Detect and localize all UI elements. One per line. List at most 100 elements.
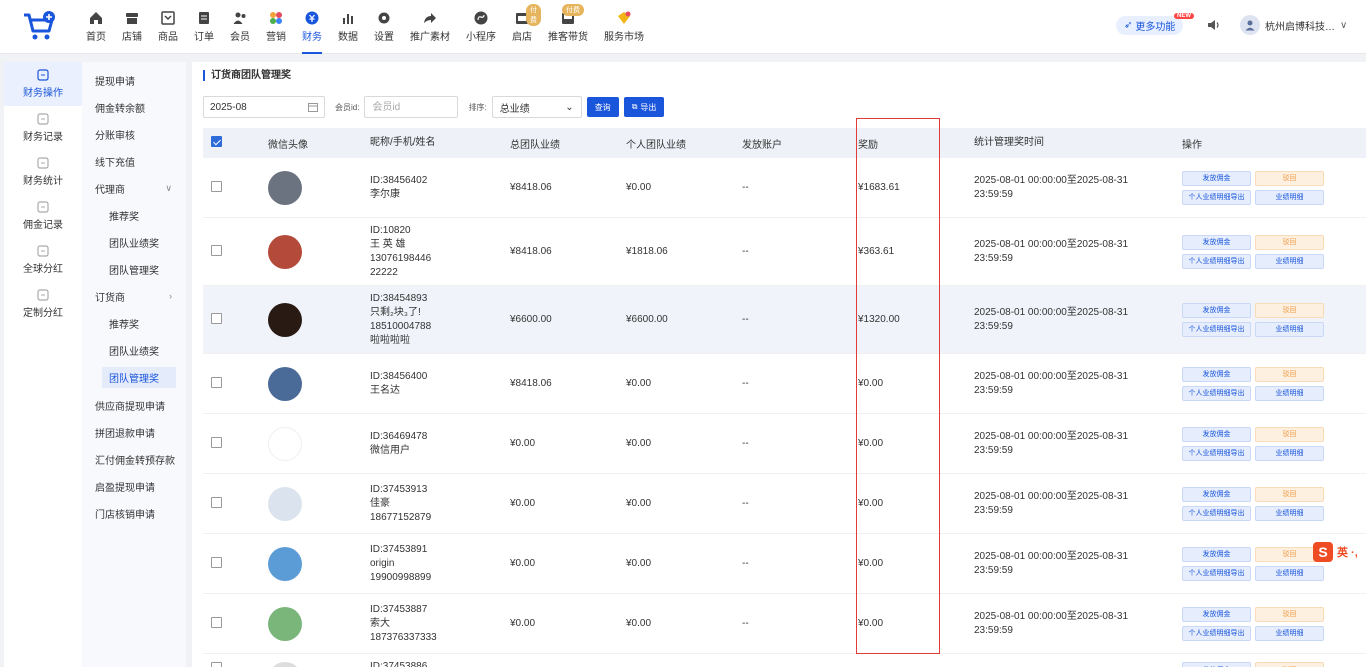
submenu-item-6[interactable]: 团队业绩奖 <box>82 229 186 256</box>
rail-item-1[interactable]: 财务记录 <box>4 106 82 150</box>
reject-button[interactable]: 驳回 <box>1255 606 1324 622</box>
pay-commission-button[interactable]: 发放佣金 <box>1182 170 1251 186</box>
performance-detail-button[interactable]: 业绩明细 <box>1255 385 1324 401</box>
performance-detail-button[interactable]: 业绩明细 <box>1255 321 1324 337</box>
sort-select[interactable]: 总业绩 ⌄ <box>491 96 582 118</box>
nav-item-8[interactable]: 设置 <box>366 0 402 54</box>
submenu-item-0[interactable]: 提现申请 <box>82 67 186 94</box>
export-detail-button[interactable]: 个人业绩明细导出 <box>1182 565 1251 581</box>
submenu-item-8[interactable]: 订货商 › <box>82 283 186 310</box>
nav-item-4[interactable]: 会员 <box>222 0 258 54</box>
performance-detail-button[interactable]: 业绩明细 <box>1255 253 1324 269</box>
reject-button[interactable]: 驳回 <box>1255 302 1324 318</box>
pay-commission-button[interactable]: 发放佣金 <box>1182 606 1251 622</box>
member-id-input[interactable] <box>364 96 459 118</box>
stat-time-line: 23:59:59 <box>974 384 1013 396</box>
pay-commission-button[interactable]: 发放佣金 <box>1182 302 1251 318</box>
nav-item-3[interactable]: 订单 <box>186 0 222 54</box>
rail-item-3[interactable]: 佣金记录 <box>4 194 82 238</box>
rail-item-0[interactable]: 财务操作 <box>4 62 82 106</box>
query-button[interactable]: 查询 <box>586 97 619 117</box>
submenu-item-label: 分账审核 <box>95 131 135 142</box>
pay-commission-button[interactable]: 发放佣金 <box>1182 234 1251 250</box>
row-checkbox[interactable] <box>211 616 222 628</box>
submenu-item-2[interactable]: 分账审核 <box>82 121 186 148</box>
submenu-item-label: 推荐奖 <box>109 320 139 331</box>
performance-detail-button[interactable]: 业绩明细 <box>1255 505 1324 521</box>
row-checkbox[interactable] <box>211 244 222 256</box>
pay-commission-button[interactable]: 发放佣金 <box>1182 366 1251 382</box>
reject-button[interactable]: 驳回 <box>1255 170 1324 186</box>
submenu-item-9[interactable]: 推荐奖 <box>82 310 186 337</box>
performance-detail-button[interactable]: 业绩明细 <box>1255 445 1324 461</box>
table-row: ID:38454893 只剩₂块₃了! 18510004788 啦啦啦啦 ¥6600.0… <box>203 286 1366 354</box>
order-icon <box>199 12 209 24</box>
row-checkbox[interactable] <box>211 376 222 388</box>
reject-button[interactable]: 驳回 <box>1255 234 1324 250</box>
reject-button[interactable]: 驳回 <box>1255 486 1324 502</box>
export-detail-button[interactable]: 个人业绩明细导出 <box>1182 625 1251 641</box>
nav-item-7[interactable]: 数据 <box>330 0 366 54</box>
submenu-item-5[interactable]: 推荐奖 <box>82 202 186 229</box>
nickname-line: 13076198446 <box>370 252 432 264</box>
nav-item-9[interactable]: 推广素材 <box>402 0 458 54</box>
export-detail-button[interactable]: 个人业绩明细导出 <box>1182 189 1251 205</box>
nav-item-1[interactable]: 店铺 <box>114 0 150 54</box>
select-all-checkbox[interactable] <box>211 136 222 147</box>
row-checkbox[interactable] <box>211 496 222 508</box>
rail-item-4[interactable]: 全球分红 <box>4 238 82 282</box>
ops-line: 个人业绩明细导出 业绩明细 <box>1182 321 1352 337</box>
pay-commission-button[interactable]: 发放佣金 <box>1182 486 1251 502</box>
performance-detail-button[interactable]: 业绩明细 <box>1255 565 1324 581</box>
export-detail-button[interactable]: 个人业绩明细导出 <box>1182 505 1251 521</box>
table-row: ID:10820 王 英 雄 13076198446 22222 ¥8418.06 ¥18… <box>203 218 1366 286</box>
nav-item-0[interactable]: 首页 <box>78 0 114 54</box>
month-picker[interactable]: 2025-08 <box>203 96 325 118</box>
submenu-item-10[interactable]: 团队业绩奖 <box>82 337 186 364</box>
submenu-item-14[interactable]: 汇付佣金转预存款 <box>82 446 186 473</box>
nav-item-5[interactable]: 营销 <box>258 0 294 54</box>
nav-item-6[interactable]: 财务 <box>294 0 330 54</box>
row-checkbox[interactable] <box>211 556 222 568</box>
export-detail-button[interactable]: 个人业绩明细导出 <box>1182 445 1251 461</box>
user-menu[interactable]: 杭州启博科技… ∨ <box>1240 14 1347 36</box>
submenu-item-label: 门店核销申请 <box>95 510 155 521</box>
export-detail-button[interactable]: 个人业绩明细导出 <box>1182 253 1251 269</box>
row-checkbox[interactable] <box>211 662 222 667</box>
row-checkbox[interactable] <box>211 180 222 192</box>
pay-commission-button[interactable]: 发放佣金 <box>1182 426 1251 442</box>
nav-item-13[interactable]: 服务市场 <box>596 0 652 54</box>
export-detail-button[interactable]: 个人业绩明细导出 <box>1182 385 1251 401</box>
submenu-item-15[interactable]: 启盈提现申请 <box>82 473 186 500</box>
pay-commission-button[interactable]: 发放佣金 <box>1182 546 1251 562</box>
performance-detail-button[interactable]: 业绩明细 <box>1255 189 1324 205</box>
submenu-item-11[interactable]: 团队管理奖 <box>102 367 176 388</box>
nav-item-2[interactable]: 商品 <box>150 0 186 54</box>
submenu-item-1[interactable]: 佣金转余额 <box>82 94 186 121</box>
export-button[interactable]: ⧉ 导出 <box>623 97 665 117</box>
submenu-item-13[interactable]: 拼团退款申请 <box>82 419 186 446</box>
speaker-icon[interactable] <box>1207 18 1221 32</box>
submenu-item-16[interactable]: 门店核销申请 <box>82 500 186 527</box>
reject-button[interactable]: 驳回 <box>1255 366 1324 382</box>
stat-time-line: 2025-08-01 00:00:00至2025-08-31 <box>974 174 1129 186</box>
submenu-item-3[interactable]: 线下充值 <box>82 148 186 175</box>
submenu-item-7[interactable]: 团队管理奖 <box>82 256 186 283</box>
nav-item-10[interactable]: 小程序 <box>458 0 504 54</box>
row-checkbox[interactable] <box>211 312 222 324</box>
submenu-item-12[interactable]: 供应商提现申请 <box>82 392 186 419</box>
performance-detail-button[interactable]: 业绩明细 <box>1255 625 1324 641</box>
pay-commission-button[interactable]: 发放佣金 <box>1182 662 1251 667</box>
row-checkbox[interactable] <box>211 436 222 448</box>
nav-item-11[interactable]: 启店 付费 <box>504 0 541 54</box>
rail-item-5[interactable]: 定制分红 <box>4 282 82 326</box>
more-features-button[interactable]: ➶ 更多功能 <box>1116 16 1184 35</box>
nav-item-12[interactable]: 推客带货 付费 <box>540 0 596 54</box>
reject-button[interactable]: 驳回 <box>1255 662 1324 667</box>
submenu-item-4[interactable]: 代理商 ∨ <box>82 175 186 202</box>
rail-item-2[interactable]: 财务统计 <box>4 150 82 194</box>
reject-button[interactable]: 驳回 <box>1255 426 1324 442</box>
ime-toolbar[interactable]: S 英 ·, <box>1313 542 1358 562</box>
cart-logo-icon[interactable] <box>22 10 56 42</box>
export-detail-button[interactable]: 个人业绩明细导出 <box>1182 321 1251 337</box>
